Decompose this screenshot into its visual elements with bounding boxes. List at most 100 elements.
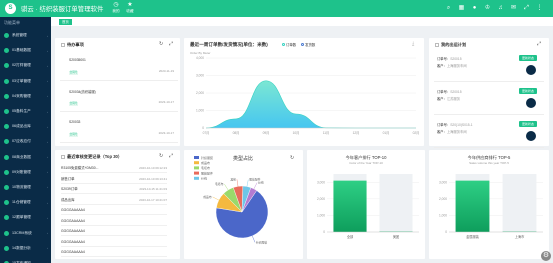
chevron-right-icon: › (47, 109, 48, 114)
sidebar-item[interactable]: 08商业数据 › (0, 150, 51, 165)
type-share-chart: 类型占比针织服装成品布毛坯布其他 服装配件纱线针织服装成品布毛坯布服装配件纱线 (194, 155, 269, 244)
sidebar-item[interactable]: 13CRM系统 › (0, 225, 51, 240)
expand-icon[interactable]: ⤢ (522, 4, 531, 13)
plan-client: 客户：江苏服务 (437, 96, 460, 101)
x-tick-label: 美团 (393, 234, 399, 239)
sidebar-item[interactable]: 10物流管理 › (0, 180, 51, 195)
x-tick-label: 07月 (203, 131, 210, 135)
pie-leader (236, 179, 239, 187)
pie-leader (212, 196, 219, 201)
recent-row[interactable]: GGGGAAAAA4 (61, 216, 167, 226)
y-tick-label: 3,000 (196, 74, 204, 78)
recent-row[interactable]: 销售订单 2023-10-10 09:13:41 (61, 174, 167, 184)
pie-leader (246, 179, 249, 187)
legend-orders: 订单数 (286, 43, 297, 47)
supplier-rank-chart: 今年供应商排行 TOP-5Sales volume this year TOP-… (439, 154, 543, 239)
recent-row[interactable]: S2039订单 2023-10-15 11:21:03 (61, 184, 167, 194)
recent-row[interactable]: GGGGAAAAA4 (61, 226, 167, 236)
chevron-right-icon: › (47, 170, 48, 175)
refresh-icon[interactable]: ↻ (159, 41, 163, 47)
plan-order-label: 订单号： (437, 57, 451, 61)
expand-icon[interactable]: ⤢ (537, 41, 541, 47)
x-tick-label: 08月 (233, 131, 240, 135)
sidebar-item-label: 05备料生产 (12, 109, 31, 114)
plan-title: 我的出运计划 (435, 42, 466, 48)
search-icon[interactable]: ⌕ (444, 4, 453, 13)
sidebar-item[interactable]: 01基础数据 › (0, 43, 51, 58)
todo-row[interactable]: S20035001 合同号 2023-11-19 (60, 51, 178, 81)
user-icon[interactable]: ● (470, 4, 479, 13)
todo-row[interactable]: S20033 合同号 2023-10-17 (60, 113, 178, 143)
message-icon[interactable]: ✉ (509, 4, 518, 13)
plan-order-value: S20015 (450, 90, 462, 94)
update-status-button[interactable]: 更新状态 (519, 88, 538, 94)
expand-icon[interactable]: ⤢ (169, 153, 173, 159)
sidebar-item[interactable]: 07应收应付 › (0, 134, 51, 149)
pie-title: 类型占比 (233, 155, 253, 162)
legend-label: 成品布 (201, 160, 210, 165)
trend-title: 最近一周订单数/发货情况(单位：米数) (190, 42, 268, 47)
update-status-button[interactable]: 更新状态 (519, 55, 538, 61)
recent-row[interactable]: 成品出库 2023-10-17 10:21:07 (61, 195, 167, 205)
legend-label: 服装配件 (201, 170, 213, 175)
menu-icon (4, 78, 9, 84)
sidebar-item[interactable]: 系统管理 › (0, 28, 51, 43)
pie-label: 其他 (230, 177, 236, 181)
more-icon[interactable]: ⋮ (535, 4, 544, 13)
y-tick-label: 2,000 (317, 197, 325, 201)
menu-icon (4, 230, 9, 236)
nav-favorites[interactable]: ★ 收藏 (122, 2, 138, 14)
sidebar-item-label: 01基础数据 (12, 48, 31, 53)
todo-row[interactable]: S20034(纺织装服) 合同号 2023-10-17 (60, 82, 178, 112)
recent-row[interactable]: GGGGAAAAA4 (61, 237, 167, 247)
x-tick-label: 全部 (347, 234, 354, 239)
refresh-icon[interactable]: ↻ (290, 155, 294, 161)
sidebar-item[interactable]: 06成品出库 › (0, 119, 51, 134)
menu-icon (4, 124, 9, 130)
sidebar: 功能菜单 系统管理 › 01基础数据 › 02打样管理 › 03订单管理 › 04采购管理 › 05… (0, 17, 51, 263)
settings-gear-icon[interactable]: ⚙ (541, 251, 551, 261)
sidebar-item[interactable]: 14数据分析 › (0, 241, 51, 256)
plan-client-value: 上海服务车间 (446, 64, 467, 68)
calendar-icon[interactable]: ▦ (457, 4, 466, 13)
bar-subtitle: Sales volume this year TOP-5 (469, 161, 509, 165)
expand-icon[interactable]: ⤢ (169, 41, 173, 47)
recent-row[interactable]: GGGGAAAAA4 (61, 205, 167, 215)
chevron-right-icon: › (47, 155, 48, 160)
sidebar-item[interactable]: 15发布通知› (0, 256, 51, 263)
download-icon[interactable]: ⤓ (412, 41, 414, 47)
recent-row-date: 2023-10-17 10:21:07 (139, 197, 167, 202)
plan-client-value: 江苏服务 (446, 97, 461, 101)
recent-row[interactable]: R3105免费模式+DM30... 2023-10-10 09:12:23 (61, 163, 167, 173)
plan-order-label: 订单号： (437, 90, 451, 94)
pie-leader (253, 182, 258, 189)
sidebar-item[interactable]: 09对账管理 › (0, 165, 51, 180)
y-tick-label: 2,000 (196, 91, 204, 95)
chevron-right-icon: › (47, 200, 48, 205)
menu-icon (4, 48, 9, 54)
sidebar-item-label: 14数据分析 (12, 245, 31, 250)
x-tick-label: 10月 (293, 131, 300, 135)
sidebar-item[interactable]: 12跟单管理 › (0, 210, 51, 225)
y-tick-label: 0 (445, 230, 447, 234)
bell-icon[interactable]: ♫ (496, 4, 505, 13)
y-tick-label: 3,000 (317, 180, 325, 184)
recent-row[interactable]: GGGGAAAAA4 (61, 247, 167, 257)
recent-panel: 最近审核变更记录（Top 30） ↻ ⤢ R3105免费模式+DM30... 20… (55, 150, 180, 259)
sidebar-item[interactable]: 03订单管理 › (0, 74, 51, 89)
chevron-right-icon: › (47, 185, 48, 190)
shirt-icon[interactable]: ♔ (483, 4, 492, 13)
sidebar-item[interactable]: 04采购管理 › (0, 89, 51, 104)
chevron-right-icon: › (47, 231, 48, 236)
sidebar-item[interactable]: 11仓储管理 › (0, 195, 51, 210)
tab-home[interactable]: 首页 (59, 19, 72, 25)
x-tick-label: 09月 (263, 131, 270, 135)
pie-label: 毛坯布 (215, 182, 224, 186)
chevron-right-icon: › (47, 124, 48, 129)
sidebar-item[interactable]: 05备料生产 › (0, 104, 51, 119)
recent-row-text: GGGGAAAAA4 (61, 208, 85, 212)
recent-row-text: GGGGAAAAA4 (61, 218, 85, 223)
sidebar-item[interactable]: 02打样管理 › (0, 58, 51, 73)
update-status-button[interactable]: 更新状态 (519, 121, 538, 127)
refresh-icon[interactable]: ↻ (159, 153, 163, 159)
